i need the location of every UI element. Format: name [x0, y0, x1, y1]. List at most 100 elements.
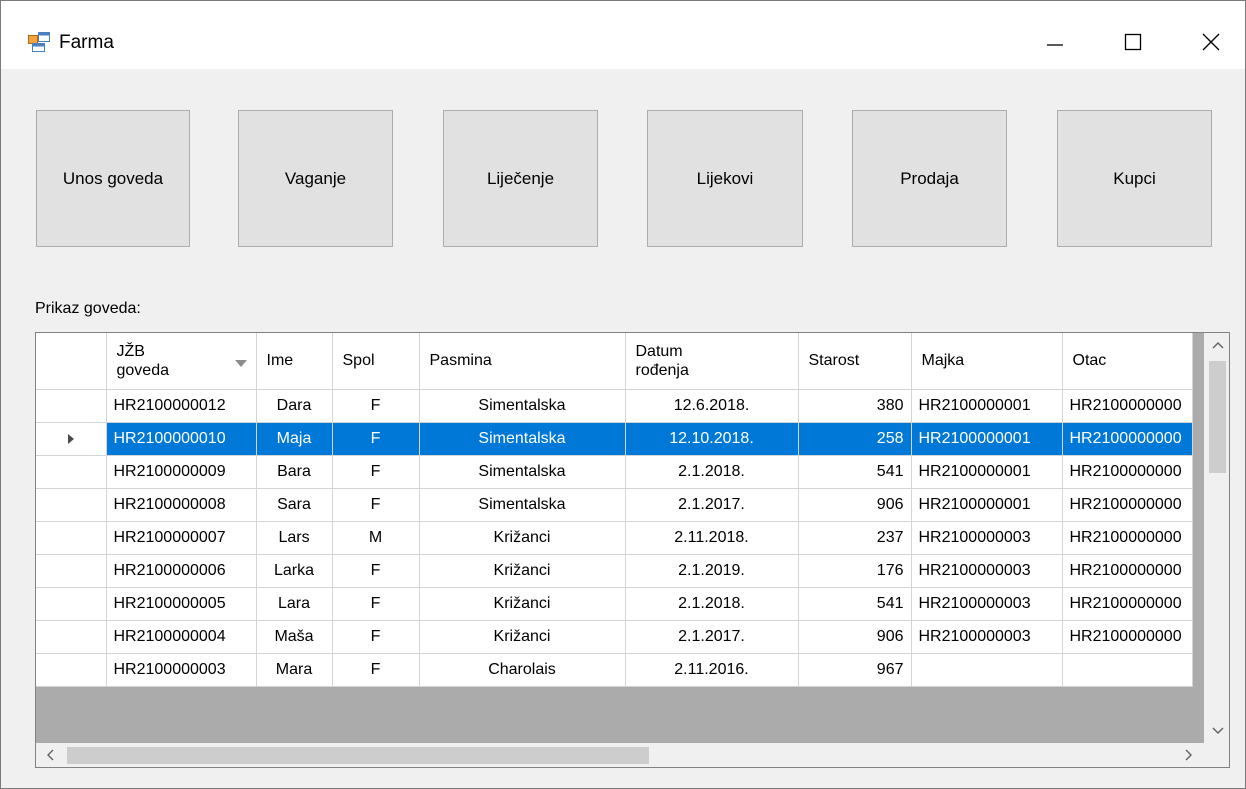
cell-pasmina[interactable]: Simentalska — [419, 455, 626, 489]
cell-otac[interactable]: HR2100000000 — [1062, 455, 1193, 489]
cell-jzb[interactable]: HR2100000009 — [106, 455, 257, 489]
minimize-button[interactable] — [1020, 19, 1090, 65]
cell-majka[interactable]: HR2100000003 — [911, 620, 1063, 654]
close-button[interactable] — [1176, 19, 1246, 65]
cell-ime[interactable]: Lara — [256, 587, 333, 621]
cell-jzb[interactable]: HR2100000007 — [106, 521, 257, 555]
cell-datum[interactable]: 2.1.2017. — [625, 620, 799, 654]
cell-ime[interactable]: Mara — [256, 653, 333, 687]
horizontal-scroll-thumb[interactable] — [67, 747, 649, 764]
cell-spol[interactable]: F — [332, 389, 420, 423]
cell-otac[interactable] — [1062, 653, 1193, 687]
scroll-right-button[interactable] — [1175, 743, 1203, 767]
cell-ime[interactable]: Sara — [256, 488, 333, 522]
cell-spol[interactable]: F — [332, 620, 420, 654]
cell-pasmina[interactable]: Križanci — [419, 554, 626, 588]
cell-datum[interactable]: 2.11.2016. — [625, 653, 799, 687]
cell-pasmina[interactable]: Križanci — [419, 620, 626, 654]
row-header[interactable] — [36, 422, 107, 456]
cell-pasmina[interactable]: Simentalska — [419, 389, 626, 423]
cell-jzb[interactable]: HR2100000010 — [106, 422, 257, 456]
column-header-datum[interactable]: Datum rođenja — [625, 333, 799, 390]
cell-spol[interactable]: F — [332, 422, 420, 456]
cell-otac[interactable]: HR2100000000 — [1062, 620, 1193, 654]
cell-spol[interactable]: M — [332, 521, 420, 555]
title-bar[interactable]: Farma — [1, 1, 1245, 69]
row-header[interactable] — [36, 521, 107, 555]
vertical-scroll-thumb[interactable] — [1209, 361, 1226, 473]
maximize-button[interactable] — [1098, 19, 1168, 65]
cell-majka[interactable]: HR2100000003 — [911, 521, 1063, 555]
cell-ime[interactable]: Maja — [256, 422, 333, 456]
cell-majka[interactable]: HR2100000001 — [911, 422, 1063, 456]
cell-starost[interactable]: 967 — [798, 653, 912, 687]
lijekovi-button[interactable]: Lijekovi — [647, 110, 803, 247]
cell-otac[interactable]: HR2100000000 — [1062, 554, 1193, 588]
table-row[interactable]: HR2100000005 Lara F Križanci 2.1.2018. 541 HR2… — [36, 587, 1193, 621]
cell-spol[interactable]: F — [332, 488, 420, 522]
cell-pasmina[interactable]: Križanci — [419, 521, 626, 555]
table-row[interactable]: HR2100000003 Mara F Charolais 2.11.2016. 967 — [36, 653, 1193, 687]
column-header-majka[interactable]: Majka — [911, 333, 1063, 390]
cell-datum[interactable]: 2.1.2018. — [625, 455, 799, 489]
row-header[interactable] — [36, 389, 107, 423]
column-header-spol[interactable]: Spol — [332, 333, 420, 390]
kupci-button[interactable]: Kupci — [1057, 110, 1212, 247]
prodaja-button[interactable]: Prodaja — [852, 110, 1007, 247]
cell-datum[interactable]: 12.6.2018. — [625, 389, 799, 423]
cell-starost[interactable]: 906 — [798, 620, 912, 654]
row-header[interactable] — [36, 488, 107, 522]
cell-otac[interactable]: HR2100000000 — [1062, 587, 1193, 621]
cell-spol[interactable]: F — [332, 587, 420, 621]
row-header[interactable] — [36, 620, 107, 654]
table-row[interactable]: HR2100000010 Maja F Simentalska 12.10.2018. 2… — [36, 422, 1193, 456]
table-row[interactable]: HR2100000009 Bara F Simentalska 2.1.2018. 541… — [36, 455, 1193, 489]
table-row[interactable]: HR2100000012 Dara F Simentalska 12.6.2018. 38… — [36, 389, 1193, 423]
column-header-jzb[interactable]: JŽB goveda — [106, 333, 257, 390]
cell-datum[interactable]: 2.11.2018. — [625, 521, 799, 555]
cell-starost[interactable]: 380 — [798, 389, 912, 423]
cell-otac[interactable]: HR2100000000 — [1062, 488, 1193, 522]
unos-goveda-button[interactable]: Unos goveda — [36, 110, 190, 247]
cell-jzb[interactable]: HR2100000005 — [106, 587, 257, 621]
cell-jzb[interactable]: HR2100000012 — [106, 389, 257, 423]
column-header-ime[interactable]: Ime — [256, 333, 333, 390]
cell-datum[interactable]: 12.10.2018. — [625, 422, 799, 456]
cell-jzb[interactable]: HR2100000003 — [106, 653, 257, 687]
column-header-otac[interactable]: Otac — [1062, 333, 1193, 390]
cell-ime[interactable]: Larka — [256, 554, 333, 588]
cell-pasmina[interactable]: Simentalska — [419, 422, 626, 456]
cell-ime[interactable]: Lars — [256, 521, 333, 555]
cell-ime[interactable]: Dara — [256, 389, 333, 423]
cell-starost[interactable]: 176 — [798, 554, 912, 588]
table-row[interactable]: HR2100000004 Maša F Križanci 2.1.2017. 906 HR2… — [36, 620, 1193, 654]
column-header-pasmina[interactable]: Pasmina — [419, 333, 626, 390]
cell-datum[interactable]: 2.1.2019. — [625, 554, 799, 588]
cell-majka[interactable]: HR2100000003 — [911, 587, 1063, 621]
scroll-left-button[interactable] — [36, 743, 64, 767]
table-row[interactable]: HR2100000006 Larka F Križanci 2.1.2019. 176 HR… — [36, 554, 1193, 588]
cell-starost[interactable]: 541 — [798, 455, 912, 489]
cell-otac[interactable]: HR2100000000 — [1062, 521, 1193, 555]
cell-starost[interactable]: 906 — [798, 488, 912, 522]
row-header[interactable] — [36, 653, 107, 687]
table-row[interactable]: HR2100000008 Sara F Simentalska 2.1.2017. 906… — [36, 488, 1193, 522]
cell-jzb[interactable]: HR2100000008 — [106, 488, 257, 522]
cell-majka[interactable] — [911, 653, 1063, 687]
cell-datum[interactable]: 2.1.2018. — [625, 587, 799, 621]
vertical-scrollbar[interactable] — [1204, 333, 1229, 743]
lijecenje-button[interactable]: Liječenje — [443, 110, 598, 247]
cell-majka[interactable]: HR2100000001 — [911, 455, 1063, 489]
cell-pasmina[interactable]: Križanci — [419, 587, 626, 621]
cell-ime[interactable]: Bara — [256, 455, 333, 489]
cell-spol[interactable]: F — [332, 554, 420, 588]
cattle-data-grid[interactable]: JŽB goveda Ime Spol Pasmina Datum rođenj… — [35, 332, 1230, 768]
cell-pasmina[interactable]: Charolais — [419, 653, 626, 687]
cell-otac[interactable]: HR2100000000 — [1062, 389, 1193, 423]
vaganje-button[interactable]: Vaganje — [238, 110, 393, 247]
cell-otac[interactable]: HR2100000000 — [1062, 422, 1193, 456]
row-header[interactable] — [36, 455, 107, 489]
cell-majka[interactable]: HR2100000001 — [911, 389, 1063, 423]
column-header-starost[interactable]: Starost — [798, 333, 912, 390]
horizontal-scrollbar[interactable] — [36, 743, 1229, 767]
